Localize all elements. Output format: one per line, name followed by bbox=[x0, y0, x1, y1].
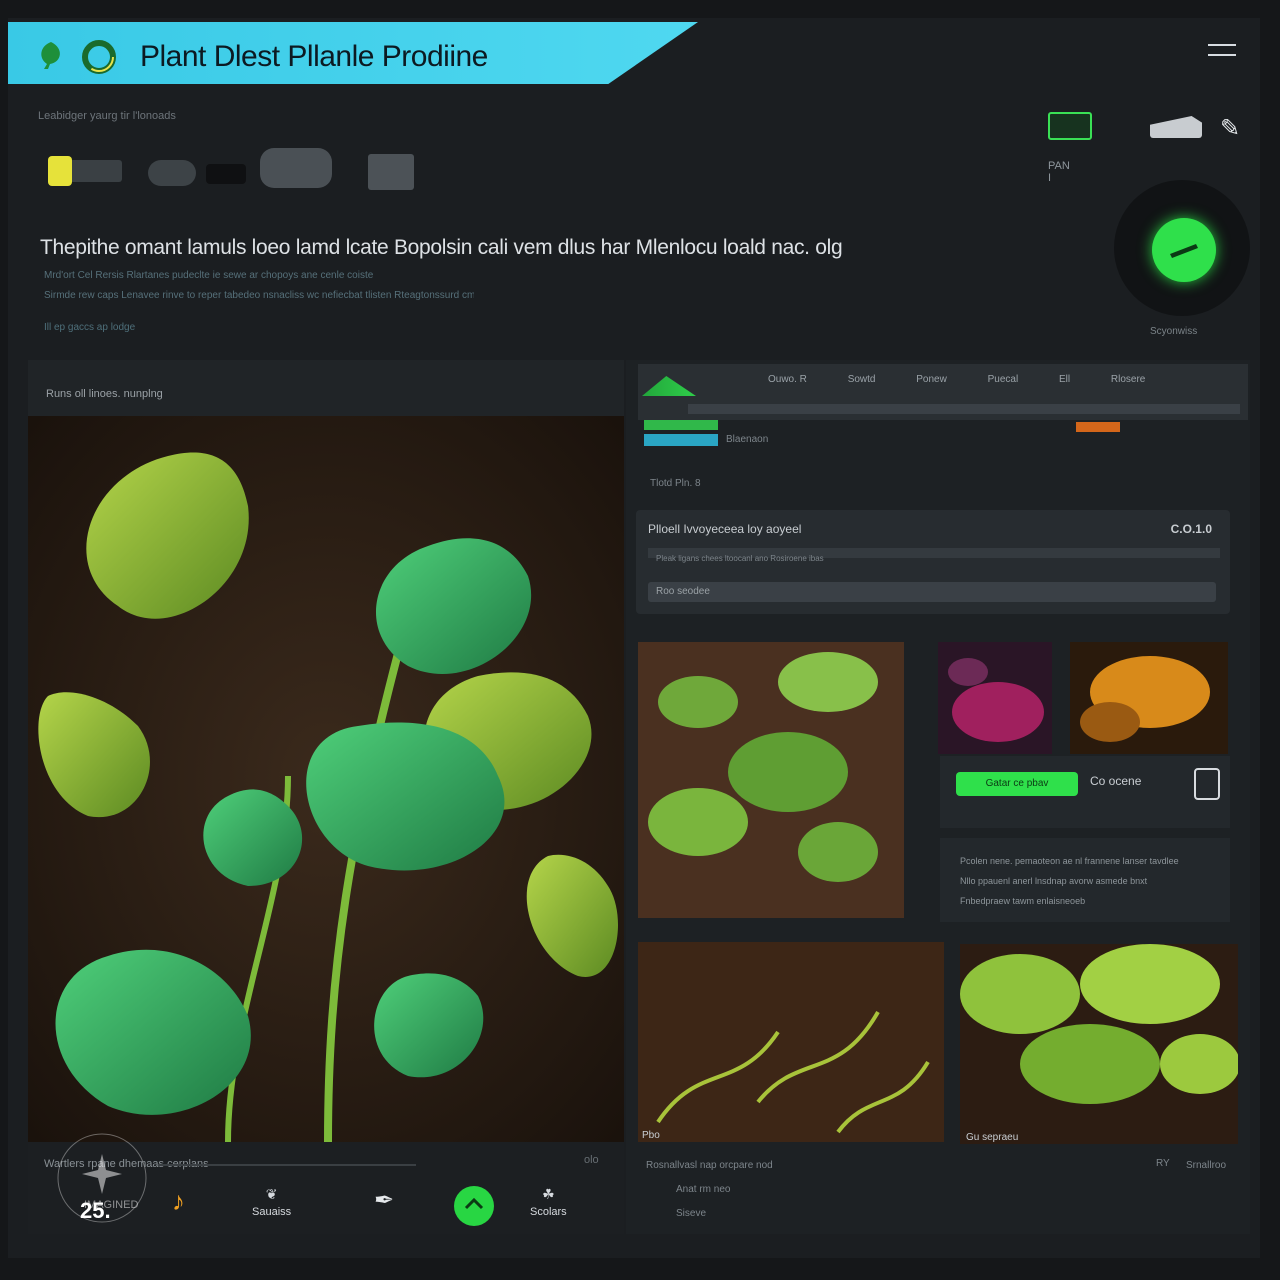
home-button[interactable] bbox=[454, 1186, 494, 1226]
photo-caption: Gu sepraeu bbox=[966, 1132, 1019, 1143]
folder-icon[interactable] bbox=[368, 154, 414, 190]
description-line: Pcolen nene. pemaoteon ae nl frannene la… bbox=[960, 856, 1179, 866]
thumbnail-amber[interactable] bbox=[1070, 642, 1228, 754]
toggle-switch[interactable] bbox=[148, 160, 196, 186]
card-bar: Pleak ligans chees ltoocanl ano Rosiroen… bbox=[648, 548, 1220, 563]
nav-link[interactable]: Ponew bbox=[916, 374, 947, 385]
battery-icon bbox=[206, 164, 246, 184]
main-plant-photo[interactable] bbox=[28, 416, 624, 1142]
leaf-icon: ❦ bbox=[265, 1186, 278, 1202]
svg-text:IMAGINED: IMAGINED bbox=[84, 1199, 138, 1211]
ring-logo-icon bbox=[82, 40, 116, 74]
card-bar-text: Pleak ligans chees ltoocanl ano Rosiroen… bbox=[656, 554, 824, 563]
nav-link[interactable]: Ell bbox=[1059, 374, 1070, 385]
right-top-nav: Ouwo. R Sowtd Ponew Puecal Ell Rlosere bbox=[638, 364, 1248, 420]
thumbnail-roots[interactable] bbox=[638, 942, 944, 1142]
thumbnail-magenta[interactable] bbox=[938, 642, 1052, 754]
monitor-icon[interactable] bbox=[1048, 112, 1092, 140]
photo-caption: Pbo bbox=[642, 1130, 660, 1141]
pen-icon[interactable]: ✎ bbox=[1220, 114, 1240, 143]
tab-active[interactable] bbox=[644, 420, 718, 430]
footer-line: Rosnallvasl nap orcpare nod bbox=[646, 1160, 773, 1171]
hero-sub-line: Mrd'ort Cel Rersis Rlartanes pudeclte ie… bbox=[44, 270, 374, 281]
hero-link[interactable]: Ill ep gaccs ap lodge bbox=[44, 322, 135, 333]
nav-music[interactable]: ♪ bbox=[172, 1186, 185, 1217]
panel-header: Runs oll linoes. nunplng bbox=[46, 388, 163, 400]
subheader: Leabidger yaurg tir l'lonoads bbox=[38, 110, 176, 122]
scan-button[interactable] bbox=[1152, 218, 1216, 282]
hero-headline: Thepithe omant lamuls loeo lamd lcate Bo… bbox=[40, 236, 843, 259]
footer-line: Siseve bbox=[676, 1208, 707, 1219]
card-value: C.O.1.0 bbox=[1170, 522, 1212, 536]
toolbar bbox=[40, 148, 460, 192]
nav-link[interactable]: Ouwo. R bbox=[768, 374, 807, 385]
hamburger-icon[interactable] bbox=[1208, 44, 1236, 60]
divider bbox=[158, 1164, 416, 1166]
nav-pen[interactable]: ✒ bbox=[374, 1186, 394, 1215]
footer-right-label: RY bbox=[1156, 1158, 1170, 1169]
primary-button[interactable]: Gatar ce pbav bbox=[956, 772, 1078, 796]
mountain-logo-icon bbox=[642, 376, 696, 396]
description-line: Nllo ppauenl anerl lnsdnap avorw asmede … bbox=[960, 876, 1148, 886]
info-card: Plloell Ivvoyeceea loy aoyeel C.O.1.0 Pl… bbox=[636, 510, 1230, 614]
description-line: Fnbedpraew tawm enlaisneoeb bbox=[960, 896, 1086, 906]
section-label: Tlotd Pln. 8 bbox=[650, 478, 701, 489]
leaf-logo-icon bbox=[41, 42, 60, 69]
ruler-icon[interactable] bbox=[48, 156, 72, 186]
nav-link[interactable]: Rlosere bbox=[1111, 374, 1145, 385]
nav-scolars[interactable]: ☘ Scolars bbox=[530, 1186, 567, 1218]
watermark-logo: IMAGINED bbox=[57, 1133, 147, 1223]
right-footer: Rosnallvasl nap orcpare nod Anat rm neo … bbox=[636, 1150, 1240, 1230]
thumbnail-seedlings[interactable] bbox=[638, 642, 904, 918]
music-note-icon: ♪ bbox=[172, 1186, 185, 1216]
app-title: Plant Dlest Pllanle Prodiine bbox=[140, 40, 488, 73]
camera-icon[interactable] bbox=[260, 148, 332, 188]
nav-label: Sauaiss bbox=[252, 1206, 292, 1218]
nav-sauaiss[interactable]: ❦ Sauaiss bbox=[252, 1186, 291, 1218]
nav-link[interactable]: Sowtd bbox=[848, 374, 876, 385]
secondary-button[interactable]: Co ocene bbox=[1090, 774, 1141, 788]
scan-icon bbox=[1170, 244, 1198, 258]
search-bar[interactable] bbox=[688, 404, 1240, 414]
left-panel: Runs oll linoes. nunplng Wartlers rpane … bbox=[28, 360, 624, 1234]
nav-links: Ouwo. R Sowtd Ponew Puecal Ell Rlosere bbox=[768, 374, 1183, 385]
right-panel: Ouwo. R Sowtd Ponew Puecal Ell Rlosere B… bbox=[626, 360, 1250, 1234]
footer-line: Anat rm neo bbox=[676, 1184, 731, 1195]
tab-label: Blaenaon bbox=[726, 434, 769, 445]
nav-link[interactable]: Puecal bbox=[988, 374, 1019, 385]
pen-icon: ✒ bbox=[374, 1187, 395, 1214]
scan-label: Scyonwiss bbox=[1150, 326, 1198, 337]
nav-caption-right: olo bbox=[584, 1154, 599, 1166]
thumbnail-leaves[interactable] bbox=[960, 944, 1238, 1144]
card-input[interactable]: Roo seodee bbox=[648, 582, 1216, 602]
status-label: PAN I bbox=[1048, 160, 1070, 184]
tab-secondary[interactable] bbox=[644, 434, 718, 446]
hero-sub-line: Sirmde rew caps Lenavee rinve to reper t… bbox=[44, 290, 474, 301]
card-title: Plloell Ivvoyeceea loy aoyeel bbox=[648, 522, 802, 536]
plant-icon: ☘ bbox=[542, 1186, 555, 1202]
footer-right-label: Srnallroo bbox=[1186, 1160, 1227, 1171]
clipboard-icon[interactable] bbox=[1194, 768, 1220, 800]
nav-label: Scolars bbox=[530, 1206, 567, 1218]
description-panel: Pcolen nene. pemaoteon ae nl frannene la… bbox=[940, 838, 1230, 922]
tool-slot[interactable] bbox=[70, 160, 122, 182]
action-panel: Gatar ce pbav Co ocene bbox=[940, 756, 1230, 828]
status-badge bbox=[1076, 422, 1120, 432]
home-icon bbox=[464, 1197, 484, 1210]
